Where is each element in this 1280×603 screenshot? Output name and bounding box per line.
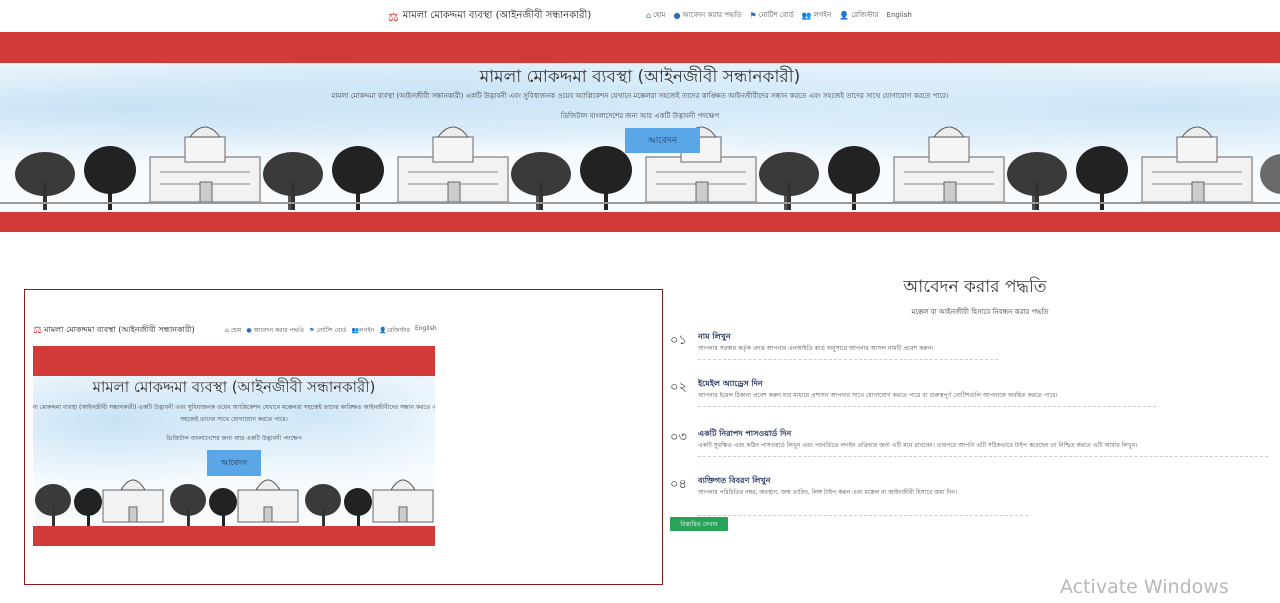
step-divider [698,515,1028,516]
step-divider [698,359,998,360]
hero-band-top [0,32,1280,63]
preview-nav-how-to-apply: ● আবেদন করার পদ্ধতি [246,325,304,336]
step-number: ০৪ [670,477,687,492]
preview-hero: মামলা মোকদ্দমা ব্যবস্থা (আইনজীবী সন্ধানক… [33,346,435,546]
flag-icon: ⚑ [749,10,757,20]
flag-icon: ⚑ [309,327,315,334]
preview-nav-notice-label: নোটিশ বোর্ড [316,327,347,334]
home-icon: ⌂ [225,327,229,334]
preview-nav-notice: ⚑ নোটিশ বোর্ড [309,325,346,336]
step-text: একটি সুরক্ষিত এবং কঠিন পাসওয়ার্ড লিখুন … [698,442,1138,449]
info-icon: ● [246,327,252,334]
preview-nav-english: English [414,325,437,332]
preview-nav-login: 👥লগইন [352,325,375,336]
activate-windows-watermark: Activate Windows [1060,576,1229,598]
step-number: ০১ [670,333,687,348]
preview-nav-home-label: হোম [230,327,242,334]
home-icon: ⌂ [646,10,652,20]
info-icon: ● [673,10,681,20]
nav-how-to-apply[interactable]: ● আবেদন করার পদ্ধতি [674,9,742,21]
nav-home-label: হোম [653,11,666,19]
users-icon: 👥 [801,10,812,20]
nav-notice-board-label: নোটিশ বোর্ড [758,11,794,19]
user-plus-icon: 👤 [839,10,850,20]
preview-hero-description: মামলা মোকদ্দমা ব্যবস্থা (আইনজীবী সন্ধানক… [33,404,435,411]
preview-hero-description-2: সহজেই তাদের সাথে যোগাযোগ করতে পারে। [180,416,288,423]
brand-name: মামলা মোকদ্দমা ব্যবস্থা (আইনজীবী সন্ধানক… [402,10,592,21]
nav-english-label: English [886,11,912,19]
preview-hero-subtitle: ডিজিটাল বাংলাদেশের জন্য আর একটি উদ্ভাবনী… [166,435,302,442]
nav-register[interactable]: 👤 রেজিস্টার [839,9,878,21]
nav-english[interactable]: English [887,11,912,19]
preview-nav-register-label: রেজিস্টার [386,327,410,334]
step-text: আপনার ইমেল ঠিকানা প্রবেশ করুন যার মাধ্যম… [698,392,1058,399]
preview-hero-title: মামলা মোকদ্দমা ব্যবস্থা (আইনজীবী সন্ধানক… [92,378,376,396]
nav-links: ⌂ হোম ● আবেদন করার পদ্ধতি ⚑ নোটিশ বোর্ড 👥 লগ… [646,9,912,21]
users-icon: 👥 [351,327,360,334]
nav-register-label: রেজিস্টার [851,11,879,19]
hero-band-bottom [0,212,1280,232]
steps-title: আবেদন করার পদ্ধতি [903,277,1047,297]
show-details-button[interactable]: বিস্তারিত দেখান [670,517,728,531]
scale-person-icon: ⚖ [33,324,42,336]
brand[interactable]: ⚖ মামলা মোকদ্দমা ব্যবস্থা (আইনজীবী সন্ধা… [388,8,591,25]
top-navbar: ⚖ মামলা মোকদ্দমা ব্যবস্থা (আইনজীবী সন্ধা… [0,0,1280,32]
preview-nav-register: 👤রেজিস্টার [379,325,410,336]
nav-login[interactable]: 👥 লগইন [802,9,832,21]
preview-apply-button: আবেদন [207,450,261,476]
step-divider [698,456,1268,457]
step-text: আপনার পরিচিতির নম্বর, অবস্থান, জন্ম তারি… [698,489,958,496]
site-preview-frame: ⚖ মামলা মোকদ্দমা ব্যবস্থা (আইনজীবী সন্ধা… [24,289,663,585]
preview-nav-login-label: লগইন [359,327,375,334]
step-text: আপনার সরকার কর্তৃক প্রদত্ত আপনার এনআইডি … [698,345,934,352]
step-number: ০৩ [670,430,687,445]
hero-title: মামলা মোকদ্দমা ব্যবস্থা (আইনজীবী সন্ধানক… [479,67,801,87]
hero-subtitle: ডিজিটাল বাংলাদেশের জন্য আর একটি উদ্ভাবনী… [560,112,720,120]
preview-nav-how-label: আবেদন করার পদ্ধতি [253,327,305,334]
nav-home[interactable]: ⌂ হোম [646,9,666,21]
preview-brand: ⚖ মামলা মোকদ্দমা ব্যবস্থা (আইনজীবী সন্ধা… [33,324,195,337]
preview-nav-links: ⌂ হোম ● আবেদন করার পদ্ধতি ⚑ নোটিশ বোর্ড … [225,325,437,336]
user-plus-icon: 👤 [379,327,387,334]
nav-notice-board[interactable]: ⚑ নোটিশ বোর্ড [749,9,793,21]
step-divider [698,406,1156,407]
preview-band-bottom [33,526,435,546]
nav-login-label: লগইন [813,11,832,19]
nav-how-to-apply-label: আবেদন করার পদ্ধতি [682,11,742,19]
preview-nav-home: ⌂ হোম [225,325,241,336]
steps-subtitle: মক্কেল বা আইনজীবী হিসাবে নিবন্ধন করার পদ… [911,308,1049,316]
hero-banner: মামলা মোকদ্দমা ব্যবস্থা (আইনজীবী সন্ধানক… [0,32,1280,232]
apply-button[interactable]: আবেদন [625,128,700,153]
step-number: ০২ [670,380,687,395]
preview-navbar: ⚖ মামলা মোকদ্দমা ব্যবস্থা (আইনজীবী সন্ধা… [33,323,453,337]
preview-brand-name: মামলা মোকদ্দমা ব্যবস্থা (আইনজীবী সন্ধানক… [43,324,195,334]
hero-description: মামলা মোকদ্দমা ব্যবস্থা (আইনজীবী সন্ধানক… [331,92,949,100]
scale-person-icon: ⚖ [388,9,399,24]
court-skyline-illustration [0,126,1280,211]
preview-band-top [33,346,435,376]
